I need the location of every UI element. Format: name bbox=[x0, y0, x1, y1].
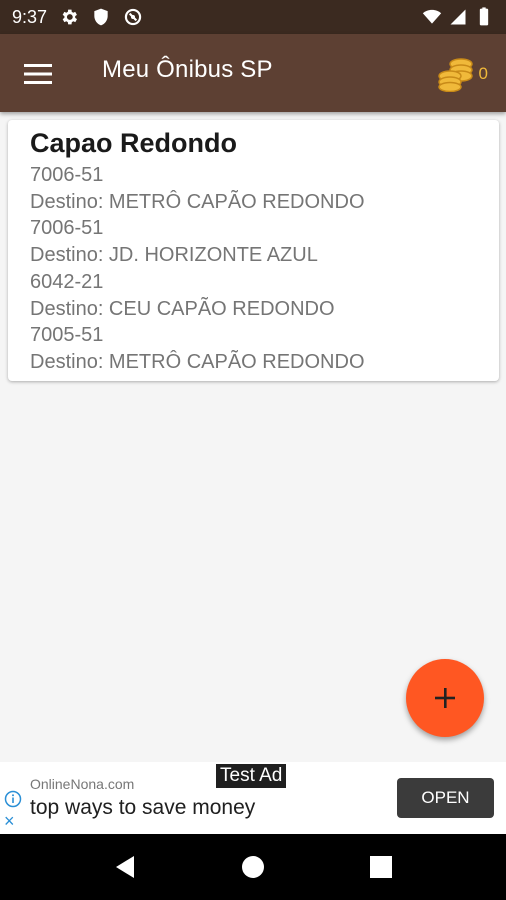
line-destination: Destino: CEU CAPÃO REDONDO bbox=[30, 297, 335, 320]
ad-open-button[interactable]: OPEN bbox=[397, 778, 494, 818]
info-icon[interactable] bbox=[4, 790, 22, 808]
status-time: 9:37 bbox=[12, 6, 48, 27]
hamburger-menu-icon bbox=[24, 64, 52, 84]
circle-slash-icon bbox=[124, 8, 142, 26]
navigation-bar bbox=[0, 834, 506, 900]
line-destination: Destino: METRÔ CAPÃO REDONDO bbox=[30, 350, 365, 373]
status-right bbox=[422, 7, 494, 27]
recents-icon bbox=[370, 856, 392, 878]
add-button[interactable] bbox=[406, 659, 484, 737]
coin-count: 0 bbox=[478, 64, 488, 83]
app-bar: Meu Ônibus SP 0 bbox=[0, 34, 506, 112]
status-bar: 9:37 bbox=[0, 0, 506, 34]
signal-icon bbox=[450, 9, 466, 25]
coins-button[interactable]: 0 bbox=[437, 54, 488, 94]
recents-button[interactable] bbox=[366, 852, 396, 882]
bus-stop-card[interactable]: Capao Redondo 7006-51 Destino: METRÔ CAP… bbox=[8, 120, 499, 381]
line-code: 7006-51 bbox=[30, 217, 104, 240]
line-destination: Destino: METRÔ CAPÃO REDONDO bbox=[30, 190, 365, 213]
back-icon bbox=[116, 856, 134, 878]
card-title: Capao Redondo bbox=[30, 128, 237, 158]
ad-headline: top ways to save money bbox=[30, 796, 256, 819]
plus-icon bbox=[435, 688, 455, 708]
line-code: 6042-21 bbox=[30, 270, 104, 293]
shield-icon bbox=[94, 8, 108, 26]
battery-icon bbox=[479, 7, 489, 26]
app-title: Meu Ônibus SP bbox=[102, 56, 273, 83]
line-code: 7006-51 bbox=[30, 164, 104, 186]
back-button[interactable] bbox=[110, 852, 140, 882]
ad-banner[interactable]: Test Ad OnlineNona.com × top ways to sav… bbox=[0, 762, 506, 834]
ad-url: OnlineNona.com bbox=[30, 776, 135, 792]
home-icon bbox=[242, 856, 264, 878]
status-left: 9:37 bbox=[12, 7, 143, 28]
ad-close-icon[interactable]: × bbox=[4, 812, 15, 830]
line-destination: Destino: JD. HORIZONTE AZUL bbox=[30, 244, 318, 267]
gear-icon bbox=[62, 9, 78, 25]
home-button[interactable] bbox=[238, 852, 268, 882]
ad-label: Test Ad bbox=[216, 764, 287, 788]
line-list: 7006-51 Destino: METRÔ CAPÃO REDONDO 700… bbox=[30, 162, 477, 376]
menu-button[interactable] bbox=[18, 54, 58, 94]
coins-icon bbox=[437, 58, 473, 92]
line-code: 7005-51 bbox=[30, 324, 104, 347]
wifi-icon bbox=[422, 9, 442, 24]
